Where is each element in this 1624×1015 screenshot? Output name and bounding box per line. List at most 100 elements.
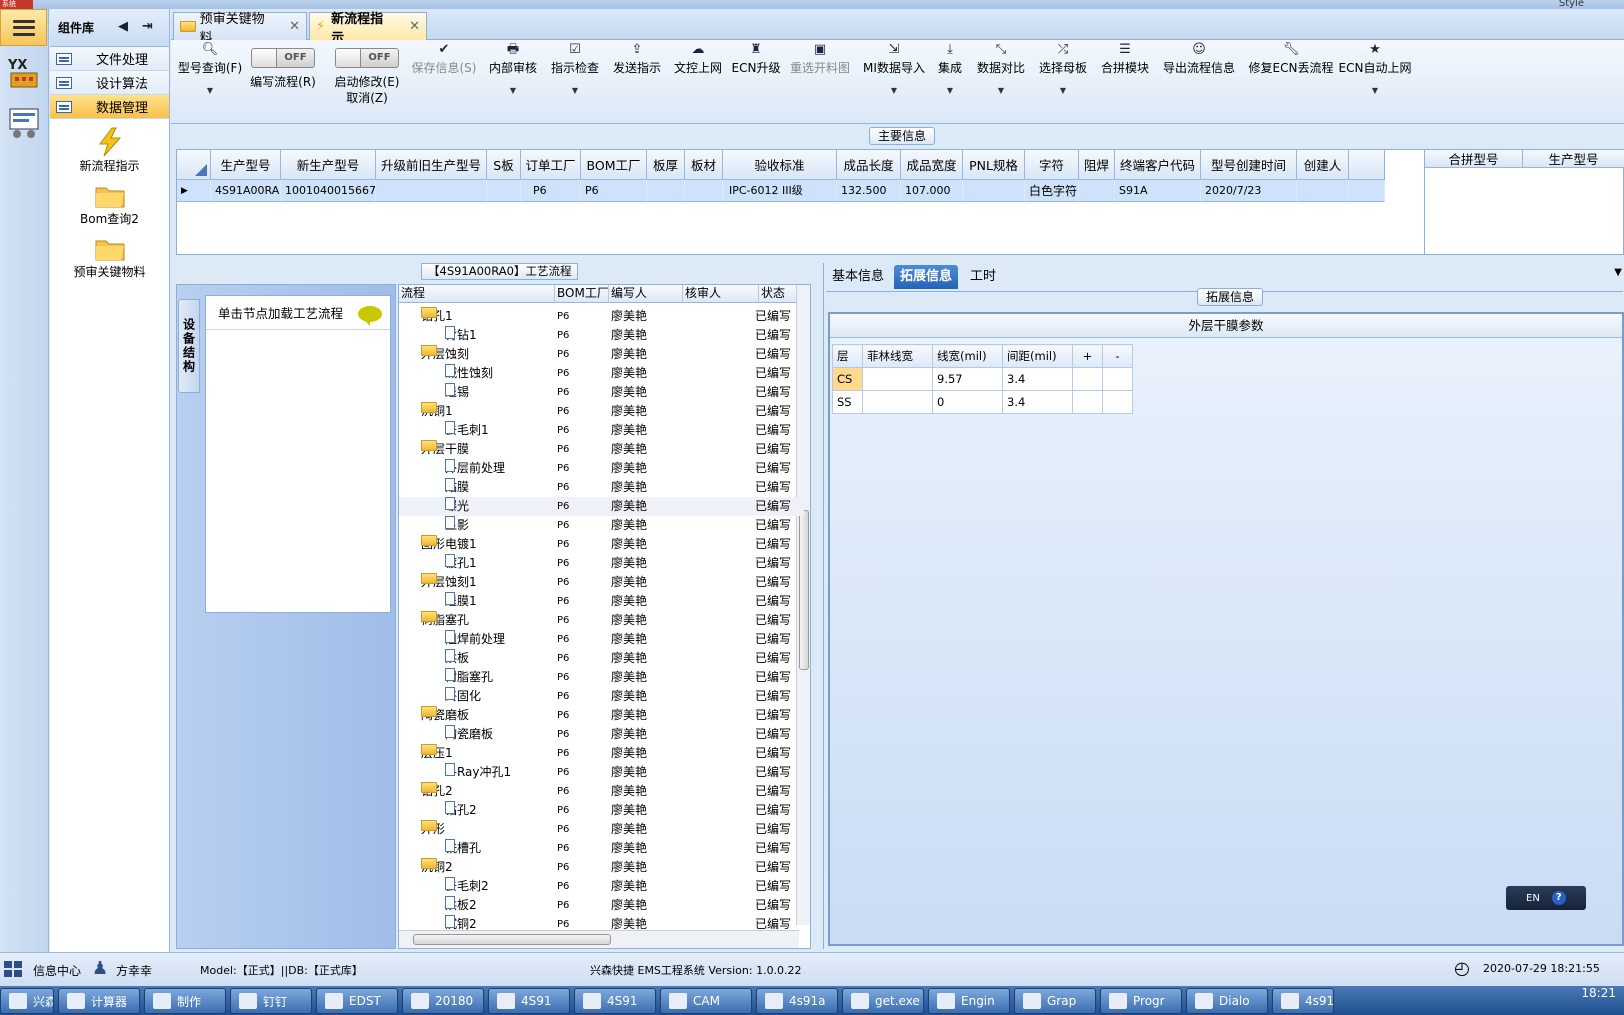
tree-node-folder[interactable]: −钻孔1	[421, 307, 555, 326]
collapse-left-icon[interactable]: ◀	[118, 19, 128, 34]
col-header[interactable]: 终端客户代码	[1115, 150, 1201, 180]
col-header[interactable]: 核审人	[683, 285, 759, 303]
tab-working-hours[interactable]: 工时	[964, 265, 1002, 289]
taskbar-app-button[interactable]: 4S91	[488, 988, 570, 1014]
cell[interactable]: SS	[832, 390, 863, 414]
main-menu-button[interactable]	[0, 9, 47, 46]
taskbar-app-button[interactable]: Grap	[1014, 988, 1096, 1014]
tree-row[interactable]: −钻孔1P6 廖美艳 已编写	[399, 307, 804, 326]
tree-node-folder[interactable]: −外形	[421, 820, 555, 839]
integrate-button[interactable]: ⤓ 集成 ▼	[930, 40, 970, 124]
col-header[interactable]: 板厚	[647, 150, 685, 180]
col-header[interactable]: 验收标准	[723, 150, 837, 180]
cell[interactable]	[862, 367, 933, 391]
library-sub-bom-query[interactable]: Bom查询2	[50, 180, 169, 227]
tree-row[interactable]: 外层前处理 P6 廖美艳 已编写	[399, 459, 804, 478]
tree-row[interactable]: −陶瓷磨板P6 廖美艳 已编写	[399, 706, 804, 725]
tree-row[interactable]: 烘板 P6 廖美艳 已编写	[399, 649, 804, 668]
tab-equipment-structure[interactable]: 设备结构	[178, 299, 200, 393]
tree-row[interactable]: −外层蚀刻1P6 廖美艳 已编写	[399, 573, 804, 592]
tree-row[interactable]: 贴膜 P6 廖美艳 已编写	[399, 478, 804, 497]
tree-row[interactable]: 去毛刺2 P6 廖美艳 已编写	[399, 877, 804, 896]
tree-row[interactable]: −树脂塞孔P6 廖美艳 已编写	[399, 611, 804, 630]
tab-pre-review[interactable]: 预审关键物料 ✕	[173, 12, 307, 46]
tree-row[interactable]: 烘板2 P6 廖美艳 已编写	[399, 896, 804, 915]
taskbar-app-button[interactable]: EDST	[316, 988, 398, 1014]
library-sub-pre-review[interactable]: 预审关键物料	[50, 233, 169, 280]
grid-corner[interactable]	[177, 150, 211, 180]
tree-row[interactable]: 显影 P6 廖美艳 已编写	[399, 516, 804, 535]
tree-row[interactable]: 铣槽孔 P6 廖美艳 已编写	[399, 839, 804, 858]
cell[interactable]	[1072, 390, 1103, 414]
chevron-down-icon[interactable]: ▼	[947, 84, 953, 98]
cell[interactable]	[1079, 180, 1115, 202]
col-header[interactable]: BOM工厂	[581, 150, 647, 180]
library-sub-new-flow[interactable]: 新流程指示	[50, 127, 169, 174]
pin-icon[interactable]: ⇥	[142, 19, 153, 34]
tree-node-step[interactable]: 沉铜2	[445, 915, 555, 934]
settings-panel-icon[interactable]	[7, 105, 41, 139]
cell[interactable]: 白色字符	[1025, 180, 1079, 202]
tree-row[interactable]: 终固化 P6 廖美艳 已编写	[399, 687, 804, 706]
tray-clock[interactable]: 18:21	[1581, 986, 1616, 1000]
col-header[interactable]: 阻焊	[1079, 150, 1115, 180]
cancel-button[interactable]: 取消(Z)	[346, 90, 388, 106]
tree-row[interactable]: X-Ray冲孔1 P6 廖美艳 已编写	[399, 763, 804, 782]
col-header[interactable]: 字符	[1025, 150, 1079, 180]
doc-control-online-button[interactable]: ☁ 文控上网	[669, 40, 727, 124]
col-header[interactable]: 型号创建时间	[1201, 150, 1297, 180]
library-item-file-processing[interactable]: 文件处理	[50, 47, 169, 71]
tree-node-folder[interactable]: −沉铜1	[421, 402, 555, 421]
taskbar-app-button[interactable]: Progr	[1100, 988, 1182, 1014]
tree-node-folder[interactable]: −层压1	[421, 744, 555, 763]
cell[interactable]	[1072, 367, 1103, 391]
col-header[interactable]: PNL规格	[963, 150, 1025, 180]
tree-node-step[interactable]: X-Ray冲孔1	[445, 763, 555, 782]
col-header[interactable]: BOM工厂	[555, 285, 609, 303]
taskbar-app-button[interactable]: get.exe	[842, 988, 924, 1014]
cell[interactable]: 3.4	[1002, 367, 1073, 391]
info-center-link[interactable]: 信息中心	[33, 962, 81, 979]
scrollbar-thumb[interactable]	[413, 934, 611, 945]
tree-node-folder[interactable]: −钻孔2	[421, 782, 555, 801]
col-header[interactable]: 创建人	[1297, 150, 1349, 180]
tree-row[interactable]: 树脂塞孔 P6 廖美艳 已编写	[399, 668, 804, 687]
style-menu[interactable]: Style	[1559, 0, 1584, 9]
tree-node-step[interactable]: 终固化	[445, 687, 555, 706]
internal-review-button[interactable]: 🖶 内部审核 ▼	[484, 40, 542, 124]
tree-row[interactable]: 镀孔1 P6 廖美艳 已编写	[399, 554, 804, 573]
cell[interactable]	[487, 180, 521, 202]
taskbar-app-button[interactable]: CAM	[660, 988, 752, 1014]
merge-col-header[interactable]: 合拼型号	[1425, 150, 1523, 168]
remove-column-button[interactable]: -	[1102, 344, 1133, 368]
reselect-cutting-button[interactable]: ▣ 重选开料图	[784, 40, 856, 124]
chevron-down-icon[interactable]: ▼	[1614, 267, 1622, 278]
cell[interactable]: 0	[932, 390, 1003, 414]
tree-row[interactable]: −沉铜1P6 廖美艳 已编写	[399, 402, 804, 421]
tree-row[interactable]: 钻孔2 P6 廖美艳 已编写	[399, 801, 804, 820]
tree-row[interactable]: −外层干膜P6 廖美艳 已编写	[399, 440, 804, 459]
cell[interactable]: 3.4	[1002, 390, 1073, 414]
tree-node-folder[interactable]: −沉铜2	[421, 858, 555, 877]
repair-ecn-flow-button[interactable]: 🔧︎ 修复ECN丢流程	[1244, 40, 1338, 124]
taskbar-app-button[interactable]: 计算器	[58, 988, 140, 1014]
select-mother-board-button[interactable]: ⤮ 选择母板 ▼	[1032, 40, 1094, 124]
col-header[interactable]: 线宽(mil)	[932, 344, 1003, 368]
tree-node-step[interactable]: 去毛刺2	[445, 877, 555, 896]
instruction-check-button[interactable]: ☑ 指示检查 ▼	[545, 40, 605, 124]
tab-extended-info[interactable]: 拓展信息	[894, 265, 959, 289]
tree-row[interactable]: −层压1P6 廖美艳 已编写	[399, 744, 804, 763]
export-flow-info-button[interactable]: ☺ 导出流程信息	[1157, 40, 1241, 124]
taskbar-app-button[interactable]: 4S91	[574, 988, 656, 1014]
col-header[interactable]: 新生产型号	[281, 150, 376, 180]
tree-row[interactable]: 陶瓷磨板 P6 廖美艳 已编写	[399, 725, 804, 744]
close-icon[interactable]: ✕	[289, 19, 300, 34]
tree-node-folder[interactable]: −树脂塞孔	[421, 611, 555, 630]
cell[interactable]	[647, 180, 685, 202]
tree-row[interactable]: 去毛刺1 P6 廖美艳 已编写	[399, 421, 804, 440]
start-edit-switch[interactable]: OFF	[335, 48, 399, 68]
tree-node-step[interactable]: 镀孔1	[445, 554, 555, 573]
ecn-upgrade-button[interactable]: ♜ ECN升级	[729, 40, 783, 124]
tree-node-folder[interactable]: −外层蚀刻1	[421, 573, 555, 592]
write-flow-toggle[interactable]: OFF 编写流程(R)	[247, 40, 319, 124]
